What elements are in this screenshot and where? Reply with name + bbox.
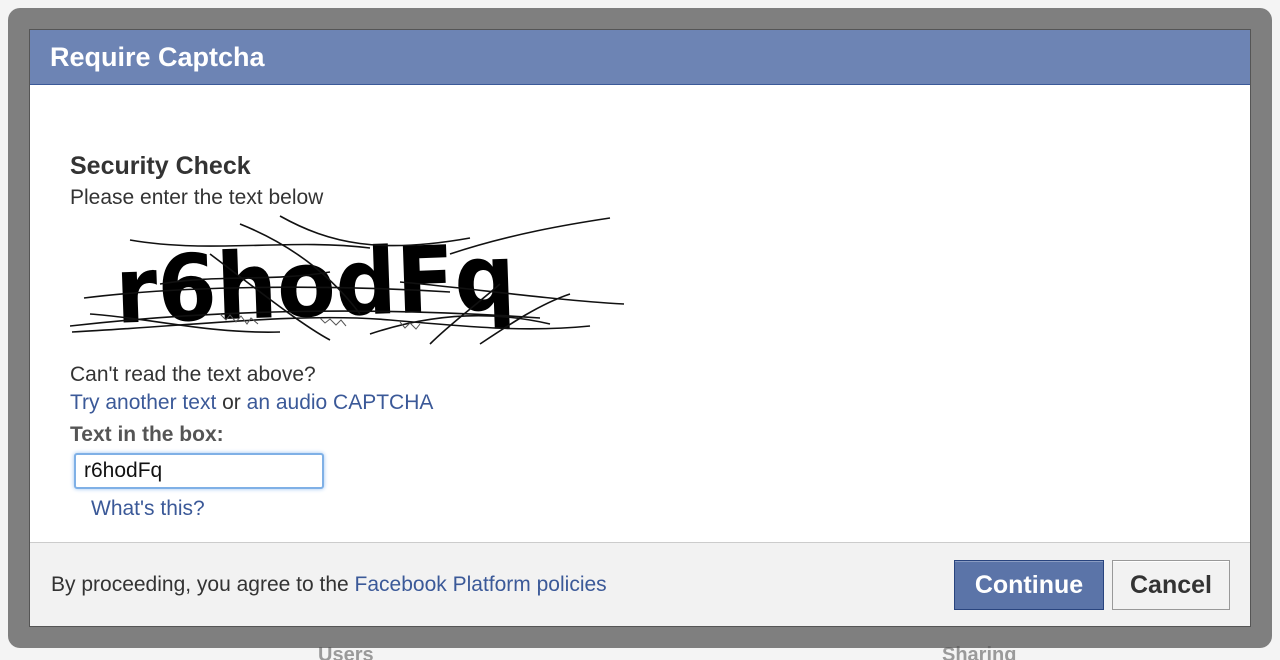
cancel-button[interactable]: Cancel — [1112, 560, 1230, 610]
captcha-text: r6hodFq — [114, 224, 517, 345]
continue-button[interactable]: Continue — [954, 560, 1104, 610]
cant-read-text: Can't read the text above? — [70, 363, 316, 386]
audio-captcha-link[interactable]: an audio CAPTCHA — [247, 391, 434, 414]
captcha-input[interactable] — [74, 453, 324, 489]
instruction-text: Please enter the text below — [70, 186, 324, 209]
platform-policies-link[interactable]: Facebook Platform policies — [355, 573, 607, 596]
security-check-title: Security Check — [70, 152, 251, 180]
alternative-links: Try another text or an audio CAPTCHA — [70, 391, 433, 415]
dialog-header: Require Captcha — [30, 30, 1250, 85]
captcha-dialog: Require Captcha Security Check Please en… — [29, 29, 1251, 627]
text-in-box-label: Text in the box: — [70, 423, 224, 446]
or-separator: or — [216, 391, 247, 414]
captcha-image: r6hodFq — [70, 215, 625, 345]
agreement-text: By proceeding, you agree to the Facebook… — [51, 573, 607, 597]
dialog-footer: By proceeding, you agree to the Facebook… — [30, 542, 1250, 626]
dialog-title: Require Captcha — [50, 42, 265, 72]
whats-this-link[interactable]: What's this? — [91, 497, 205, 521]
agreement-prefix: By proceeding, you agree to the — [51, 573, 355, 596]
try-another-text-link[interactable]: Try another text — [70, 391, 216, 414]
